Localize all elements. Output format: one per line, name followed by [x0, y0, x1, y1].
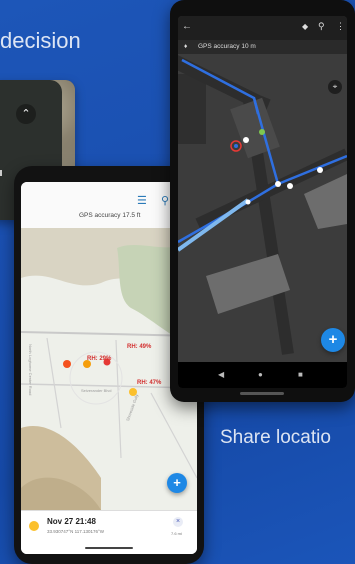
layers-icon[interactable]: ☰: [137, 194, 147, 207]
layers-icon[interactable]: ◆: [302, 22, 308, 31]
dark-map-screen: ← ◆ ⚲ ⋮ ♦ GPS accuracy 10 m ⌖ + ◀ ● ■: [178, 16, 347, 388]
road-label-2: Seiverander Blvd: [81, 388, 112, 393]
caption-decision: decision: [0, 28, 81, 53]
road-diagonal: [150, 392, 197, 479]
rh-label-2: RH: 29%: [87, 356, 112, 362]
gps-accuracy-label: GPS accuracy 17.5 ft: [79, 212, 141, 219]
chevron-up-icon[interactable]: ⌃: [16, 104, 36, 124]
panel-marker: [0, 170, 2, 176]
back-nav-icon[interactable]: ◀: [218, 370, 224, 379]
route-vertex-green: [259, 129, 265, 135]
location-card-coords: 33.930747°N 117.130176°W: [47, 529, 105, 534]
route-vertex-1: [243, 137, 249, 143]
caption-share-location: Share locatio: [220, 427, 331, 448]
phone-bezel-indicator: [240, 392, 284, 395]
locate-button[interactable]: ⌖: [328, 80, 342, 94]
search-icon[interactable]: ⚲: [161, 194, 169, 207]
rh-label-3: RH: 47%: [137, 380, 162, 386]
android-nav-bar: ◀ ● ■: [178, 362, 347, 388]
gps-bar: ♦ GPS accuracy 10 m: [178, 40, 347, 54]
search-icon[interactable]: ⚲: [318, 21, 325, 32]
route-vertex-4: [287, 183, 293, 189]
add-button[interactable]: +: [167, 473, 187, 493]
road-vertical-left: [46, 337, 62, 429]
location-dot-icon: [29, 521, 39, 531]
poi-marker-red-center: [234, 144, 238, 148]
gps-accuracy-label: GPS accuracy 10 m: [198, 43, 256, 50]
route-vertex-3: [275, 181, 281, 187]
back-icon[interactable]: ←: [182, 21, 192, 32]
location-card[interactable]: Nov 27 21:48 33.930747°N 117.130176°W × …: [21, 510, 197, 554]
location-card-title: Nov 27 21:48: [47, 517, 96, 526]
more-icon[interactable]: ⋮: [336, 21, 345, 32]
location-card-distance: 7.6 mi: [171, 531, 182, 536]
dark-map-toolbar: ← ◆ ⚲ ⋮: [178, 16, 347, 40]
road-label-1: North Loghome Center Road: [28, 344, 33, 396]
rh-label-1: RH: 49%: [127, 344, 152, 350]
satellite-icon: ♦: [184, 43, 188, 50]
recents-nav-icon[interactable]: ■: [298, 370, 303, 379]
route-vertex-5: [317, 167, 323, 173]
close-icon[interactable]: ×: [173, 517, 183, 527]
dark-map-graphics[interactable]: [178, 54, 347, 362]
route-vertex-2: [245, 199, 251, 205]
add-button[interactable]: +: [321, 328, 345, 352]
home-nav-icon[interactable]: ●: [258, 370, 263, 379]
poi-marker-red-orange[interactable]: [63, 360, 71, 368]
block-left: [178, 74, 206, 144]
home-indicator: [85, 547, 133, 549]
road-vertical-center: [115, 339, 122, 459]
phone-dark-map: ← ◆ ⚲ ⋮ ♦ GPS accuracy 10 m ⌖ + ◀ ● ■: [170, 0, 355, 402]
